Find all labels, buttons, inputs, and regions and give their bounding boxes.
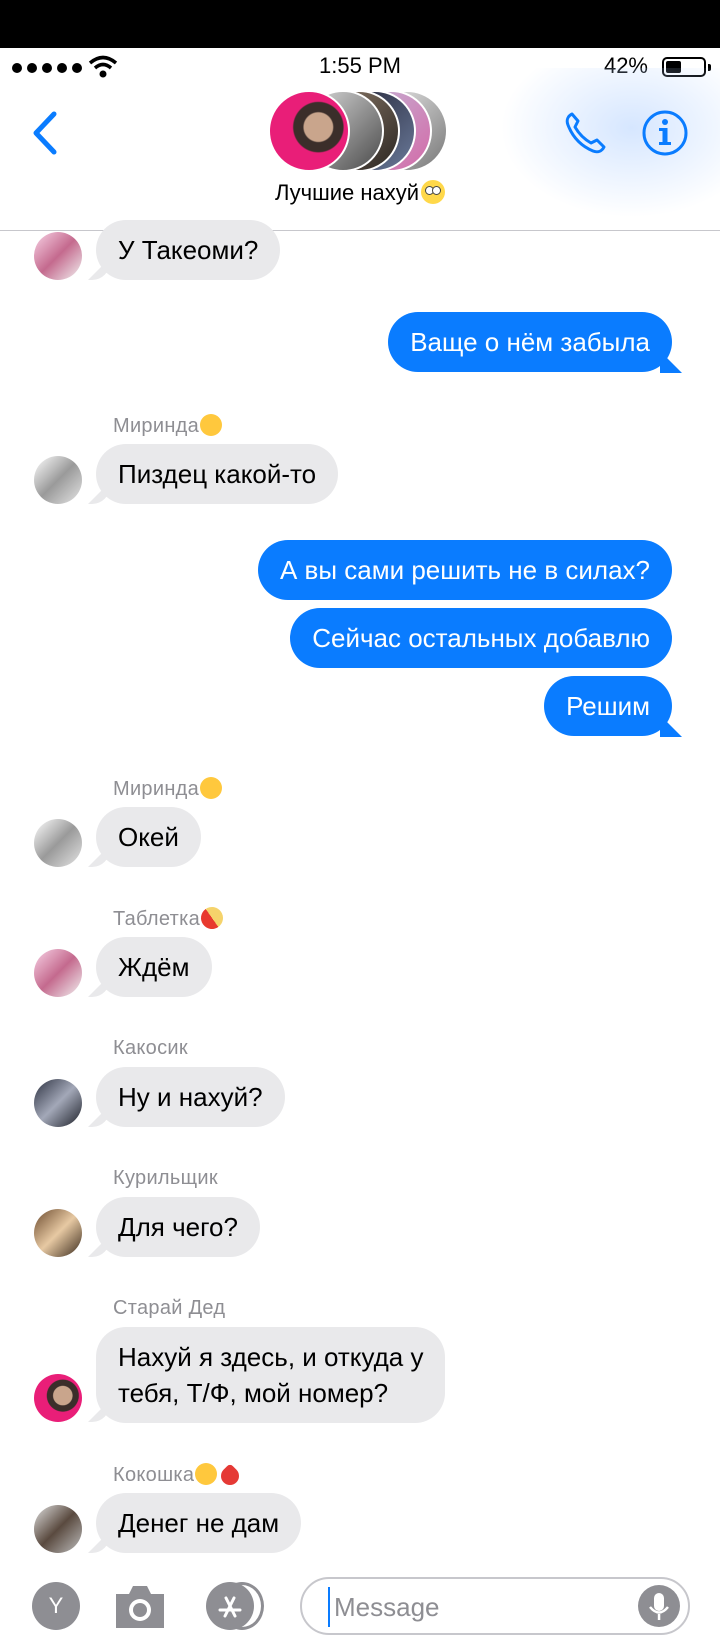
camera-icon[interactable] (112, 1580, 168, 1632)
outgoing-message-bubble[interactable]: Решим (544, 676, 672, 736)
avatar[interactable] (34, 1374, 82, 1422)
incoming-message-bubble[interactable]: Для чего? (96, 1197, 260, 1257)
incoming-message-bubble[interactable]: Денег не дам (96, 1493, 302, 1553)
top-black-bar (0, 0, 720, 48)
avatar[interactable] (34, 456, 82, 504)
incoming-message-bubble[interactable]: У Такеоми? (96, 220, 281, 280)
info-icon[interactable] (640, 108, 690, 158)
outgoing-message-bubble[interactable]: Сейчас остальных добавлю (290, 608, 672, 668)
message-input[interactable] (328, 1587, 626, 1627)
outgoing-message-bubble[interactable]: Ваще о нём забыла (388, 312, 672, 372)
sender-name: Кокошка (113, 1463, 244, 1489)
kiss-emoji (195, 1463, 218, 1485)
avatar[interactable] (34, 1079, 82, 1127)
avatar[interactable] (34, 949, 82, 997)
avatar[interactable] (34, 1209, 82, 1257)
sender-name: Старай Дед (113, 1297, 226, 1319)
sender-name: Какосик (113, 1037, 188, 1059)
incoming-message-bubble[interactable]: Ну и нахуй? (96, 1067, 285, 1127)
apps-button[interactable]: Y (32, 1582, 80, 1630)
sender-name: Таблетка (113, 902, 228, 934)
chevron-left-icon[interactable] (26, 108, 66, 158)
avatar[interactable] (34, 232, 82, 280)
microphone-icon[interactable] (638, 1585, 680, 1627)
group-title[interactable]: Лучшие нахуй (0, 180, 720, 206)
message-field[interactable] (300, 1577, 690, 1635)
group-avatar (268, 90, 350, 172)
phone-icon[interactable] (560, 108, 610, 158)
kissing-face-emoji (200, 777, 223, 799)
pill-emoji (196, 902, 228, 934)
kissing-face-emoji (200, 414, 223, 436)
avatar[interactable] (34, 819, 82, 867)
outgoing-message-bubble[interactable]: А вы сами решить не в силах? (257, 540, 672, 600)
app-store-icon[interactable] (206, 1580, 264, 1632)
incoming-message-bubble[interactable]: Нахуй я здесь, и откуда у тебя, Т/Ф, мой… (96, 1327, 446, 1423)
incoming-message-bubble[interactable]: Ждём (96, 937, 212, 997)
sender-name: Миринда (113, 414, 223, 438)
sender-name: Курильщик (113, 1167, 218, 1189)
incoming-message-bubble[interactable]: Окей (96, 807, 201, 867)
conversation-header: Лучшие нахуй (0, 68, 720, 231)
incoming-message-bubble[interactable]: Пиздец какой-то (96, 444, 339, 504)
composer-bar: Y (0, 1570, 720, 1650)
group-avatar-stack[interactable] (268, 90, 458, 176)
eye-roll-emoji (421, 180, 446, 204)
heart-emoji (217, 1463, 244, 1489)
sender-name: Миринда (113, 777, 223, 801)
avatar[interactable] (34, 1505, 82, 1553)
